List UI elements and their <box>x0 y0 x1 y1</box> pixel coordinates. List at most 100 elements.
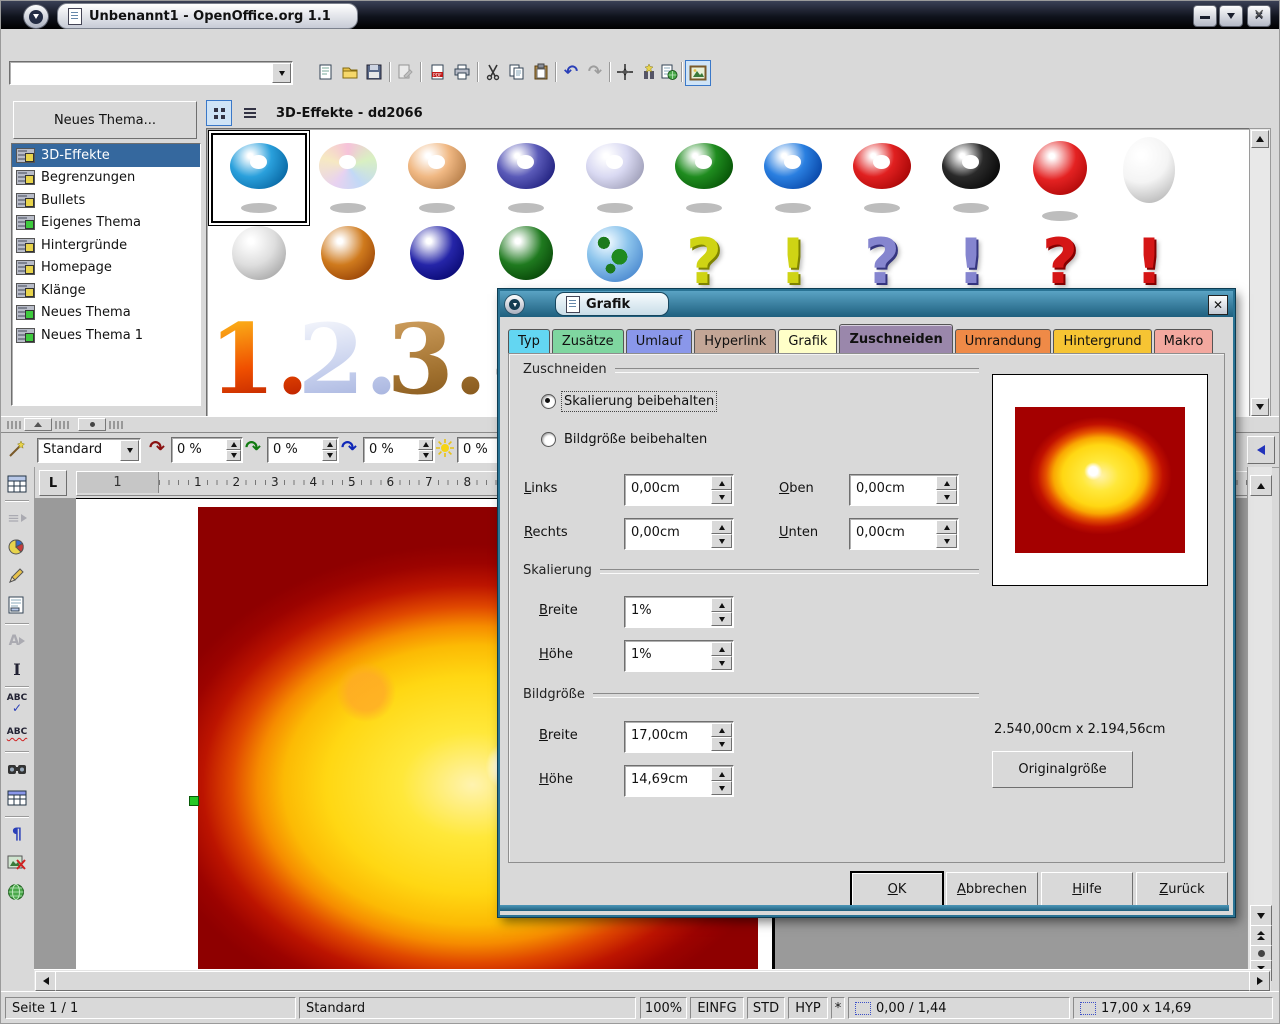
grip-handle[interactable] <box>55 420 69 429</box>
gallery-theme-eigenes-thema[interactable]: Eigenes Thema <box>12 212 200 235</box>
gallery-item[interactable] <box>1105 137 1193 219</box>
crop-right-spinner[interactable]: 0,00cm <box>624 518 734 550</box>
status-page-style[interactable]: Standard <box>299 997 636 1019</box>
scroll-down-button[interactable] <box>1251 398 1269 416</box>
scale-height-spinner[interactable]: 1% <box>624 640 734 672</box>
edit-file-icon[interactable] <box>393 60 417 84</box>
auto-spellcheck-icon[interactable]: ABC <box>4 720 30 745</box>
spin-down-button[interactable] <box>711 781 732 795</box>
tab-grafik[interactable]: Grafik <box>778 329 838 353</box>
scale-width-spinner[interactable]: 1% <box>624 596 734 628</box>
red-spinner[interactable]: 0 % <box>171 437 243 463</box>
tab-hintergrund[interactable]: Hintergrund <box>1053 329 1152 353</box>
gallery-item[interactable] <box>749 137 837 219</box>
gallery-theme-bullets[interactable]: Bullets <box>12 189 200 212</box>
cancel-button[interactable]: Abbrechen <box>946 872 1038 906</box>
spin-down-button[interactable] <box>418 450 433 461</box>
graphics-mode-combo[interactable]: Standard <box>37 438 141 463</box>
spin-down-button[interactable] <box>711 490 732 504</box>
direct-cursor-icon[interactable]: I <box>4 657 30 682</box>
print-icon[interactable] <box>450 60 474 84</box>
copy-icon[interactable] <box>505 60 529 84</box>
spin-down-button[interactable] <box>711 737 732 751</box>
find-icon[interactable] <box>4 756 30 781</box>
status-hyperlink-mode[interactable]: HYP <box>788 997 828 1019</box>
open-icon[interactable] <box>338 60 362 84</box>
gallery-item[interactable]: 3. <box>387 307 487 412</box>
selection-handle[interactable] <box>189 796 199 806</box>
spin-down-button[interactable] <box>226 450 241 461</box>
original-size-button[interactable]: Originalgröße <box>992 751 1133 788</box>
minimize-button[interactable] <box>1193 5 1217 27</box>
size-width-spinner[interactable]: 17,00cm <box>624 721 734 753</box>
combo-dropdown-button[interactable] <box>120 440 139 461</box>
keep-scale-radio[interactable]: Skalierung beibehalten <box>541 391 718 412</box>
insert-object-icon[interactable] <box>4 534 30 559</box>
tab-hyperlink[interactable]: Hyperlink <box>694 329 777 353</box>
tabstop-type-button[interactable]: L <box>39 470 67 496</box>
crop-left-spinner[interactable]: 0,00cm <box>624 474 734 506</box>
spin-down-button[interactable] <box>322 450 337 461</box>
toolbar-scroll-left-button[interactable] <box>1247 436 1275 464</box>
spin-up-button[interactable] <box>711 767 732 781</box>
online-layout-icon[interactable] <box>4 879 30 904</box>
crop-bottom-spinner[interactable]: 0,00cm <box>849 518 959 550</box>
dialog-titlebar[interactable]: Grafik ✕ <box>500 291 1233 317</box>
help-button[interactable]: Hilfe <box>1041 872 1133 906</box>
insert-section-icon[interactable]: ≡ <box>4 505 30 530</box>
gallery-item[interactable] <box>660 137 748 219</box>
gallery-theme-hintergründe[interactable]: Hintergründe <box>12 234 200 257</box>
gallery-item[interactable] <box>482 137 570 219</box>
vertical-scrollbar[interactable] <box>1247 467 1272 981</box>
status-zoom[interactable]: 100% <box>640 997 687 1019</box>
tab-typ[interactable]: Typ <box>508 329 550 353</box>
scroll-left-button[interactable] <box>35 971 56 991</box>
tab-zusaetze[interactable]: Zusätze <box>551 329 624 353</box>
fontwork-icon[interactable]: A <box>4 628 30 653</box>
dialog-menu-button[interactable] <box>504 294 525 315</box>
gallery-item[interactable] <box>304 222 392 304</box>
navigation-dot-button[interactable] <box>1250 945 1272 961</box>
spin-up-button[interactable] <box>711 598 732 612</box>
tab-umrandung[interactable]: Umrandung <box>954 329 1052 353</box>
gallery-item[interactable]: 2. <box>298 307 398 412</box>
grip-handle[interactable] <box>7 420 21 429</box>
paste-icon[interactable] <box>529 60 553 84</box>
dialog-close-button[interactable]: ✕ <box>1208 295 1228 315</box>
nonprinting-characters-icon[interactable]: ¶ <box>4 821 30 846</box>
save-icon[interactable] <box>362 60 386 84</box>
tab-umlauf[interactable]: Umlauf <box>625 329 693 353</box>
spin-down-button[interactable] <box>711 534 732 548</box>
spin-up-button[interactable] <box>226 439 241 450</box>
spellcheck-icon[interactable]: ABC ✓ <box>4 691 30 716</box>
export-pdf-icon[interactable]: PDF <box>426 60 450 84</box>
spin-down-button[interactable] <box>711 656 732 670</box>
grip-handle[interactable] <box>109 420 123 429</box>
gallery-icon[interactable] <box>685 60 711 86</box>
scroll-down-button[interactable] <box>1250 905 1272 926</box>
spin-up-button[interactable] <box>936 476 957 490</box>
status-selection-mode[interactable]: STD <box>747 997 785 1019</box>
scroll-right-button[interactable] <box>1249 971 1270 991</box>
window-menu-button[interactable] <box>23 4 49 29</box>
status-insert-mode[interactable]: EINFG <box>690 997 744 1019</box>
cut-icon[interactable] <box>481 60 505 84</box>
insert-table-icon[interactable] <box>4 471 30 496</box>
back-button[interactable]: Zurück <box>1136 872 1228 906</box>
ok-button[interactable]: OK <box>851 872 943 906</box>
gallery-item[interactable] <box>304 137 392 219</box>
crop-top-spinner[interactable]: 0,00cm <box>849 474 959 506</box>
size-height-spinner[interactable]: 14,69cm <box>624 765 734 797</box>
gallery-item[interactable]: 1. <box>209 307 309 412</box>
spin-up-button[interactable] <box>711 476 732 490</box>
gallery-theme-klänge[interactable]: Klänge <box>12 279 200 302</box>
tab-zuschneiden[interactable]: Zuschneiden <box>839 324 953 353</box>
gallery-theme-begrenzungen[interactable]: Begrenzungen <box>12 167 200 190</box>
spin-up-button[interactable] <box>711 723 732 737</box>
scroll-up-button[interactable] <box>1250 475 1272 496</box>
spin-up-button[interactable] <box>418 439 433 450</box>
previous-page-button[interactable] <box>1250 925 1272 946</box>
horizontal-scrollbar[interactable] <box>34 969 1271 991</box>
gallery-item[interactable] <box>1016 137 1104 221</box>
green-spinner[interactable]: 0 % <box>267 437 339 463</box>
